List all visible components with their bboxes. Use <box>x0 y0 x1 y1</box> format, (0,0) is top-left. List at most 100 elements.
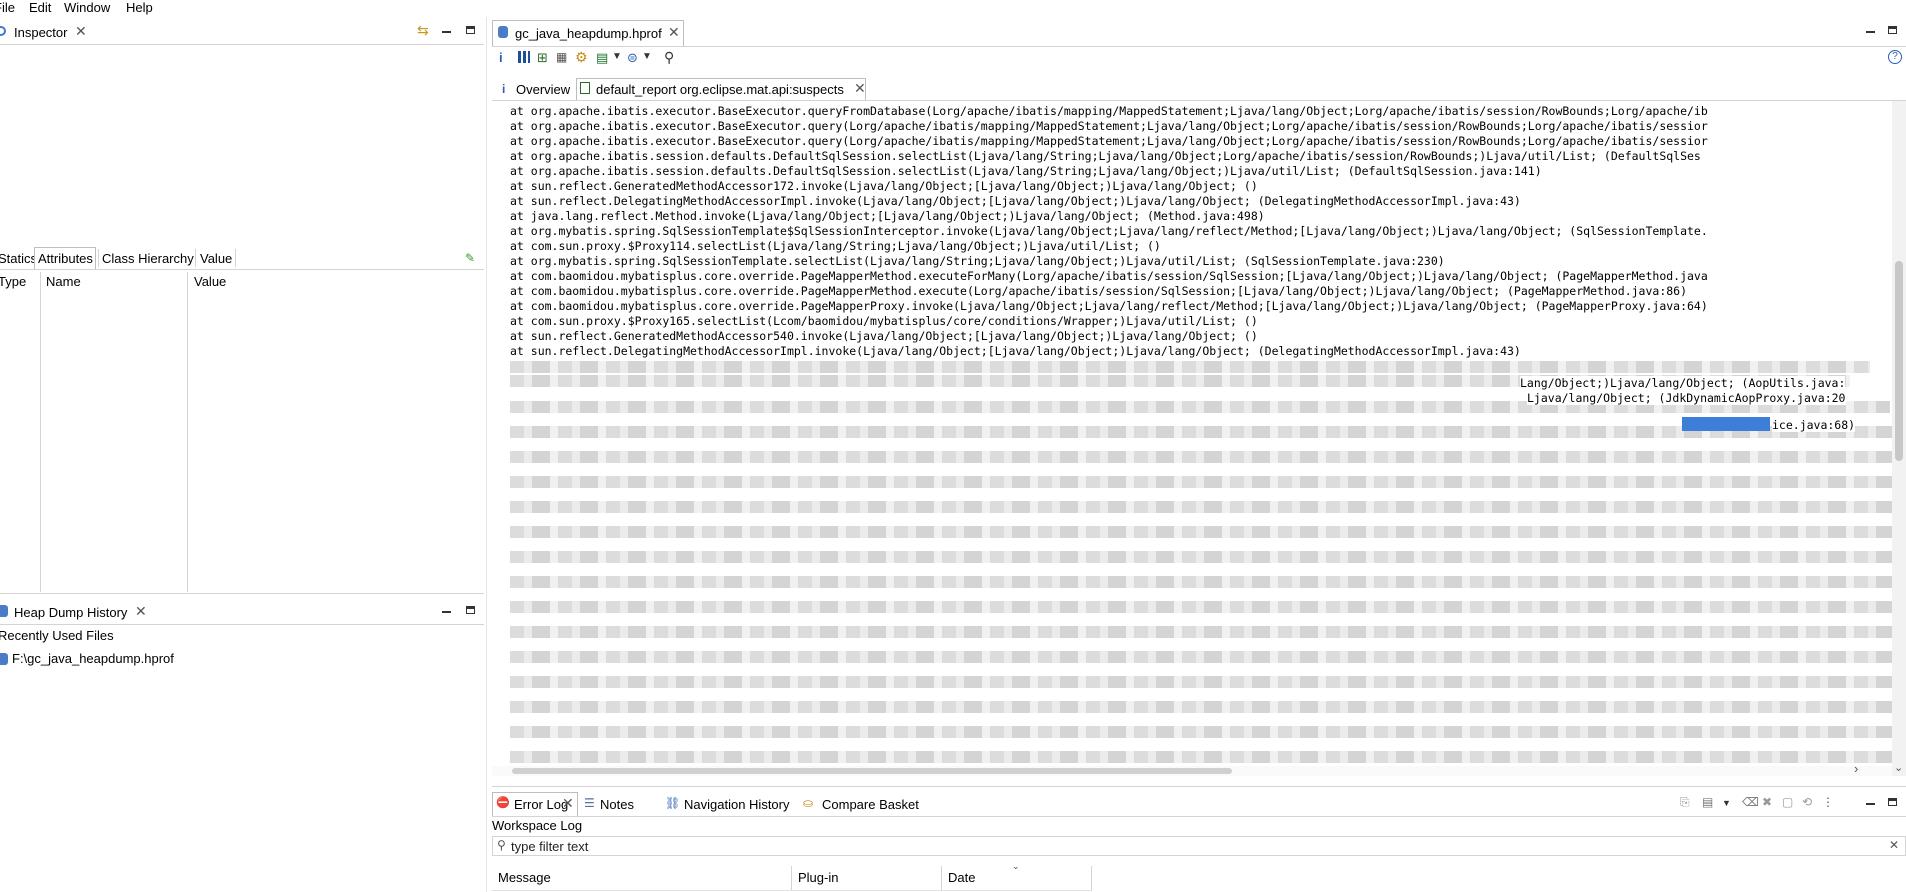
tab-compare-basket[interactable]: Compare Basket <box>822 797 919 812</box>
report-icon <box>580 82 590 94</box>
obscured-row <box>510 601 1892 613</box>
trace-line: at com.baomidou.mybatisplus.core.overrid… <box>510 269 1708 283</box>
delete-log-icon[interactable]: ✖ <box>1762 795 1772 809</box>
trace-line: at sun.reflect.DelegatingMethodAccessorI… <box>510 194 1521 208</box>
inspector-columns: Type Name Value <box>0 272 484 292</box>
obscured-row <box>510 451 1892 463</box>
close-icon[interactable]: ✕ <box>668 24 680 41</box>
tab-notes[interactable]: Notes <box>600 797 634 812</box>
close-icon[interactable]: ✕ <box>75 23 87 40</box>
menu-edit[interactable]: Edit <box>29 0 51 15</box>
column-date[interactable]: Date <box>948 870 975 885</box>
column-divider <box>1091 866 1092 890</box>
clear-filter-icon[interactable]: ✕ <box>1889 838 1899 852</box>
scroll-down-icon[interactable]: ⌄ <box>1894 761 1903 774</box>
obscured-row <box>510 651 1892 663</box>
minimize-icon[interactable] <box>1866 803 1875 805</box>
maximize-icon[interactable] <box>466 606 475 614</box>
trace-line: at sun.reflect.DelegatingMethodAccessorI… <box>510 344 1521 358</box>
search-icon[interactable]: ⚲ <box>664 49 674 66</box>
info-icon[interactable]: i <box>499 50 503 65</box>
help-icon[interactable]: ? <box>1888 50 1902 64</box>
tab-divider <box>235 249 236 267</box>
chevron-down-icon[interactable]: ▼ <box>612 51 622 62</box>
obscured-row <box>510 501 1892 513</box>
import-log-icon[interactable]: ▤ <box>1702 795 1713 809</box>
tab-navigation-history[interactable]: Navigation History <box>684 797 790 812</box>
pin-icon[interactable]: ✎ <box>465 251 475 265</box>
oql-icon[interactable]: ▦ <box>556 50 567 64</box>
chevron-down-icon[interactable]: ▼ <box>1722 798 1731 808</box>
tab-suspects-report[interactable]: default_report org.eclipse.mat.api:suspe… <box>596 82 844 97</box>
tab-overview[interactable]: Overview <box>516 82 570 97</box>
obscured-row <box>510 551 1892 563</box>
view-menu-icon[interactable]: ⋮ <box>1822 795 1834 809</box>
close-icon[interactable]: ✕ <box>135 603 147 620</box>
tab-statics[interactable]: Statics <box>0 251 37 266</box>
close-icon[interactable]: ✕ <box>854 80 866 97</box>
maximize-icon[interactable] <box>466 26 475 34</box>
filter-field[interactable]: ⚲ type filter text ✕ <box>492 836 1906 856</box>
tab-divider <box>195 249 196 267</box>
column-value[interactable]: Value <box>194 274 226 289</box>
menu-bar: File Edit Window Help <box>0 0 1906 17</box>
minimize-icon[interactable] <box>442 31 451 33</box>
editor-toolbar: i ⊞ ▦ ⚙ ▤ ▼ ⊜ ▼ ⚲ ? <box>492 48 1906 72</box>
trace-line: at com.sun.proxy.$Proxy165.selectList(Lc… <box>510 314 1258 328</box>
query-browser-icon[interactable]: ⊜ <box>627 50 638 66</box>
open-log-icon[interactable]: ▢ <box>1782 795 1793 809</box>
export-log-icon[interactable]: ⎘ <box>1680 795 1690 810</box>
maximize-icon[interactable] <box>1888 798 1897 806</box>
column-message[interactable]: Message <box>498 870 551 885</box>
restore-log-icon[interactable]: ⟲ <box>1802 795 1812 809</box>
minimize-icon[interactable] <box>442 611 451 613</box>
horizontal-scrollbar[interactable]: › <box>492 761 1892 776</box>
stack-trace-view: at sun.reflect.DelegatingMethodAccessorI… <box>492 101 1892 776</box>
thread-overview-icon[interactable]: ⚙ <box>575 49 588 66</box>
scroll-right-icon[interactable]: › <box>1854 761 1858 776</box>
trace-line: at sun.reflect.GeneratedMethodAccessor17… <box>510 179 1258 193</box>
close-icon[interactable]: ✕ <box>562 795 574 812</box>
divider <box>492 786 1906 787</box>
editor-tab-label[interactable]: gc_java_heapdump.hprof <box>515 26 662 41</box>
menu-file[interactable]: File <box>0 0 15 15</box>
column-plugin[interactable]: Plug-in <box>798 870 838 885</box>
minimize-icon[interactable] <box>1866 31 1875 33</box>
column-type[interactable]: Type <box>0 274 26 289</box>
tab-class-hierarchy[interactable]: Class Hierarchy <box>102 251 194 266</box>
menu-window[interactable]: Window <box>64 0 110 15</box>
chevron-down-icon[interactable]: ▼ <box>642 51 652 62</box>
trace-line: at com.sun.proxy.$Proxy114.selectList(Lj… <box>510 239 1161 253</box>
column-name[interactable]: Name <box>46 274 81 289</box>
trace-partial-line: ice.java:68) <box>1772 418 1856 432</box>
run-report-icon[interactable]: ▤ <box>596 50 608 66</box>
scrollbar-thumb[interactable] <box>512 768 1232 774</box>
tab-value[interactable]: Value <box>200 251 232 266</box>
menu-help[interactable]: Help <box>126 0 153 15</box>
scrollbar-thumb[interactable] <box>1895 261 1903 461</box>
column-divider <box>40 272 41 592</box>
trace-line: at org.mybatis.spring.SqlSessionTemplate… <box>510 254 1445 268</box>
trace-line: at org.apache.ibatis.executor.BaseExecut… <box>510 119 1708 133</box>
tab-divider <box>98 249 99 267</box>
trace-line: at com.baomidou.mybatisplus.core.overrid… <box>510 284 1688 298</box>
dominator-tree-icon[interactable]: ⊞ <box>537 50 548 66</box>
trace-line: at com.baomidou.mybatisplus.core.overrid… <box>510 299 1708 313</box>
trace-line: at org.apache.ibatis.executor.BaseExecut… <box>510 134 1708 148</box>
recent-file-item[interactable]: F:\gc_java_heapdump.hprof <box>12 651 174 666</box>
workspace-log-label: Workspace Log <box>492 818 583 833</box>
trace-line: at org.apache.ibatis.session.defaults.De… <box>510 164 1542 178</box>
splitter[interactable] <box>486 17 487 892</box>
vertical-scrollbar[interactable]: ⌄ <box>1892 101 1906 776</box>
tab-attributes[interactable]: Attributes <box>38 251 93 266</box>
search-icon: ⚲ <box>497 838 506 852</box>
maximize-icon[interactable] <box>1888 26 1897 34</box>
tab-error-log[interactable]: Error Log <box>514 797 568 812</box>
histogram-icon[interactable] <box>518 51 530 63</box>
inspector-tabs: Statics Attributes Class Hierarchy Value… <box>0 247 484 270</box>
sync-icon[interactable]: ⇆ <box>417 22 429 39</box>
clear-log-icon[interactable]: ⌫ <box>1742 795 1759 809</box>
trace-line: at sun.reflect.GeneratedMethodAccessor54… <box>510 329 1258 343</box>
trace-line: at org.apache.ibatis.executor.BaseExecut… <box>510 104 1708 118</box>
trace-line: at org.apache.ibatis.session.defaults.De… <box>510 149 1701 163</box>
